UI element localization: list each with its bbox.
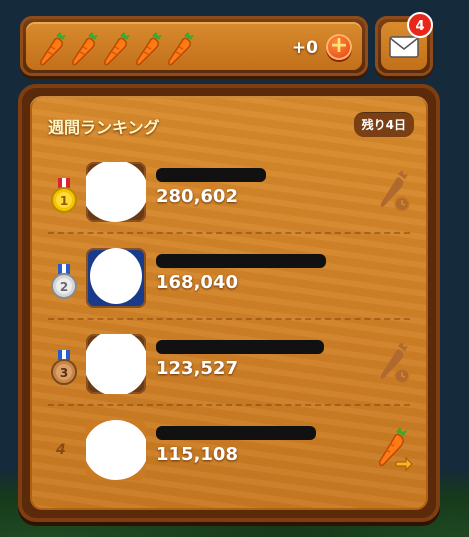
ranking-row[interactable]: 1 280,602 [30, 148, 428, 234]
carrot-sent-icon [380, 170, 410, 212]
mail-unread-badge: 4 [407, 12, 433, 38]
carrot-stamina-bar: +0 + [20, 16, 368, 76]
player-score: 168,040 [156, 272, 238, 293]
silver-medal-icon: 2 [51, 264, 77, 299]
carrot-icon [72, 32, 98, 66]
days-remaining-badge: 残り4日 [353, 112, 414, 137]
carrot-icon [136, 32, 162, 66]
carrot-icon [104, 32, 130, 66]
medal-rank-number: 1 [60, 194, 68, 208]
player-score: 280,602 [156, 186, 238, 207]
carrot-sent-icon [380, 342, 410, 384]
player-name-redacted [156, 254, 326, 268]
mailbox-button[interactable]: 4 [375, 12, 433, 76]
player-score: 115,108 [156, 444, 238, 465]
medal-rank-number: 3 [60, 366, 68, 380]
avatar [86, 334, 146, 394]
carrot-icon [168, 32, 194, 66]
ranking-row[interactable]: 4 115,108 [30, 406, 428, 492]
mailbox-inner: 4 [381, 12, 433, 70]
medal-rank-number: 2 [60, 280, 68, 294]
player-score: 123,527 [156, 358, 238, 379]
carrot-bonus-count: +0 [291, 38, 318, 58]
ranking-title: 週間ランキング [48, 118, 160, 137]
avatar [86, 162, 146, 222]
carrot-icon [40, 32, 66, 66]
carrot-list [38, 32, 196, 66]
rank-number: 4 [56, 442, 66, 458]
avatar [86, 420, 146, 480]
bronze-medal-icon: 3 [51, 350, 77, 385]
ranking-panel-inner: 週間ランキング 残り4日 1 280,602 2 168,040 3 123,5… [30, 96, 428, 510]
add-carrot-button[interactable]: + [326, 34, 352, 60]
gold-medal-icon: 1 [51, 178, 77, 213]
send-carrot-icon[interactable] [374, 426, 414, 472]
player-name-redacted [156, 168, 266, 182]
player-name-redacted [156, 340, 324, 354]
weekly-ranking-panel: 週間ランキング 残り4日 1 280,602 2 168,040 3 123,5… [18, 84, 440, 522]
avatar [86, 248, 146, 308]
carrot-bar-inner: +0 + [26, 22, 362, 70]
ranking-row[interactable]: 3 123,527 [30, 320, 428, 406]
envelope-icon [389, 36, 419, 58]
ranking-row[interactable]: 2 168,040 [30, 234, 428, 320]
player-name-redacted [156, 426, 316, 440]
